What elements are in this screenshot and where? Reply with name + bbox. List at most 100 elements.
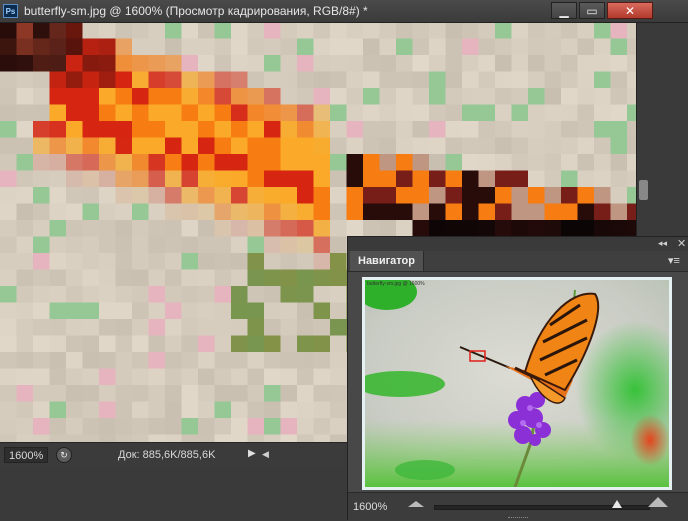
canvas-pixel (16, 55, 34, 73)
close-panel-icon[interactable]: ✕ (677, 237, 686, 250)
canvas-pixel (330, 137, 348, 155)
canvas-pixel (198, 137, 216, 155)
canvas-pixel (577, 154, 595, 172)
canvas-pixel (181, 434, 199, 442)
canvas-pixel (297, 286, 315, 304)
canvas-pixel (148, 418, 166, 436)
canvas-pixel (396, 137, 414, 155)
maximize-button[interactable]: ▭ (579, 2, 605, 19)
canvas-pixel (115, 55, 133, 73)
canvas-pixel (478, 170, 496, 188)
canvas-pixel (297, 319, 315, 337)
canvas-pixel (379, 137, 397, 155)
canvas-pixel (511, 220, 529, 238)
canvas-pixel (198, 236, 216, 254)
canvas-pixel (495, 154, 513, 172)
canvas-pixel (99, 385, 117, 403)
canvas-pixel (280, 368, 298, 386)
canvas-pixel (148, 401, 166, 419)
close-button[interactable]: ✕ (607, 2, 653, 19)
canvas-pixel (231, 121, 249, 139)
canvas-pixel (148, 170, 166, 188)
zoom-out-icon[interactable] (408, 501, 424, 507)
canvas-pixel (280, 121, 298, 139)
navigator-zoom-field[interactable]: 1600% (353, 501, 387, 513)
canvas-pixel (165, 418, 183, 436)
minimize-button[interactable]: ▁ (551, 2, 577, 19)
canvas-pixel (66, 170, 84, 188)
canvas-pixel (16, 121, 34, 139)
canvas-pixel (429, 22, 447, 40)
canvas-pixel (82, 170, 100, 188)
canvas-pixel (0, 170, 18, 188)
navigator-preview[interactable]: butterfly-sm.jpg @ 1600% (362, 277, 672, 490)
canvas-pixel (594, 55, 612, 73)
canvas-pixel (528, 71, 546, 89)
canvas-pixel (82, 286, 100, 304)
zoom-in-icon[interactable] (648, 497, 668, 507)
scroll-left-icon[interactable]: ◀ (262, 449, 269, 460)
vertical-scroll-thumb[interactable] (639, 180, 648, 200)
canvas-pixel (478, 71, 496, 89)
canvas-pixel (115, 335, 133, 353)
canvas-pixel (0, 236, 18, 254)
canvas-pixel (132, 104, 150, 122)
canvas-pixel (132, 335, 150, 353)
canvas-pixel (544, 71, 562, 89)
canvas-pixel (561, 88, 579, 106)
canvas-pixel (33, 434, 51, 442)
canvas-pixel (0, 104, 18, 122)
canvas-pixel (297, 418, 315, 436)
canvas-pixel (214, 302, 232, 320)
canvas-pixel (33, 170, 51, 188)
canvas-pixel (297, 55, 315, 73)
canvas-pixel (297, 434, 315, 442)
status-menu-arrow-icon[interactable]: ▶ (248, 448, 256, 459)
canvas-pixel (396, 71, 414, 89)
canvas-pixel (49, 88, 67, 106)
canvas-pixel (627, 22, 636, 40)
zoom-slider-thumb[interactable] (612, 500, 622, 508)
canvas-pixel (148, 434, 166, 442)
canvas-pixel (198, 352, 216, 370)
canvas-pixel (330, 418, 348, 436)
canvas-pixel (214, 22, 232, 40)
canvas-pixel (330, 187, 348, 205)
canvas-pixel (198, 38, 216, 56)
status-info-icon[interactable]: ↻ (56, 447, 72, 463)
canvas-pixel (429, 187, 447, 205)
canvas-pixel (528, 121, 546, 139)
canvas-pixel (313, 319, 331, 337)
canvas-pixel (66, 220, 84, 238)
canvas-pixel (66, 385, 84, 403)
canvas-pixel (313, 335, 331, 353)
canvas-pixel (379, 38, 397, 56)
canvas-pixel (462, 121, 480, 139)
zoom-level-field[interactable]: 1600% (4, 447, 48, 463)
canvas-pixel (49, 253, 67, 271)
canvas-pixel (165, 170, 183, 188)
canvas-pixel (264, 22, 282, 40)
canvas-pixel (231, 236, 249, 254)
canvas-pixel (198, 253, 216, 271)
canvas-pixel (247, 38, 265, 56)
canvas-pixel (313, 220, 331, 238)
tab-navigator[interactable]: Навигатор (350, 251, 424, 271)
canvas-pixel (346, 203, 364, 221)
canvas-pixel (610, 154, 628, 172)
canvas-pixel (264, 302, 282, 320)
canvas-pixel (478, 22, 496, 40)
canvas-pixel (412, 154, 430, 172)
window-titlebar[interactable]: Ps butterfly-sm.jpg @ 1600% (Просмотр ка… (0, 0, 688, 23)
canvas-pixel (577, 104, 595, 122)
canvas-pixel (82, 236, 100, 254)
canvas-pixel (330, 269, 348, 287)
collapse-panel-icon[interactable]: ◂◂ (658, 238, 667, 249)
panel-menu-icon[interactable]: ▾≡ (668, 254, 680, 267)
canvas-pixel (478, 104, 496, 122)
canvas-pixel (66, 137, 84, 155)
canvas-pixel (264, 434, 282, 442)
canvas-pixel (82, 319, 100, 337)
canvas-pixel (33, 88, 51, 106)
canvas-pixel (396, 38, 414, 56)
